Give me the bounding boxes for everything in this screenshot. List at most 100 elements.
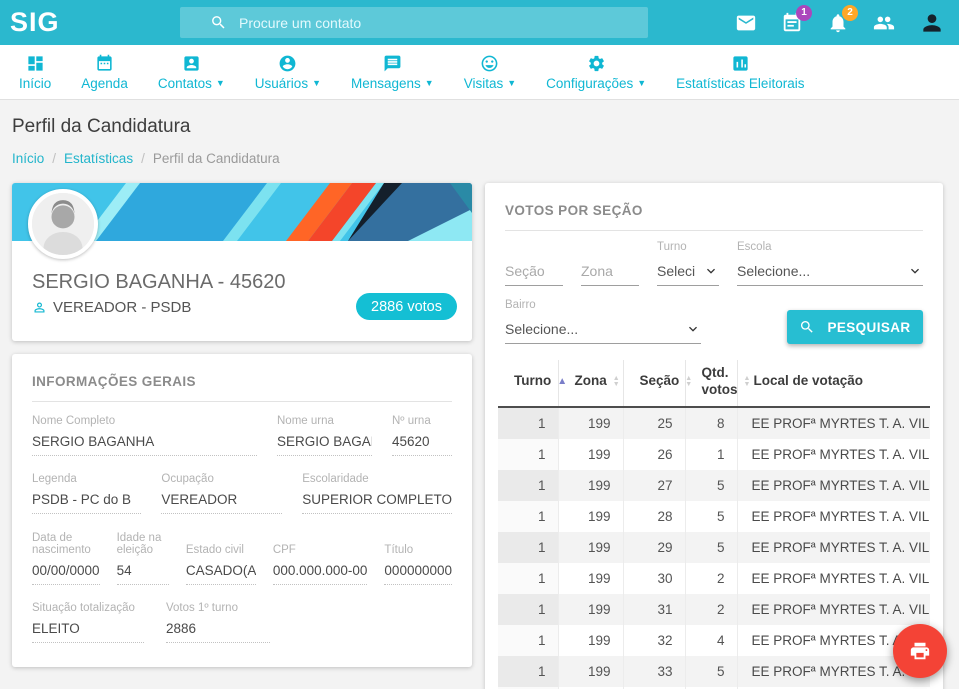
- table-row: 1199275EE PROFª MYRTES T. A. VILLELA: [498, 470, 930, 501]
- table-cell: 1: [498, 594, 558, 625]
- table-cell: 8: [685, 407, 737, 439]
- calendar-badge: 1: [796, 5, 812, 21]
- votes-badge[interactable]: 2886 votos: [356, 293, 457, 320]
- nav-item-estatisticas[interactable]: Estatísticas Eleitorais: [661, 54, 819, 91]
- print-fab-button[interactable]: [893, 624, 947, 678]
- smiley-icon: [480, 54, 499, 73]
- table-cell: EE PROFª MYRTES T. A. VILLELA: [737, 439, 930, 470]
- chevron-down-icon: [703, 263, 719, 279]
- sort-icon: ▲▼: [744, 376, 751, 388]
- table-cell: 30: [623, 563, 685, 594]
- bairro-select[interactable]: Selecione...: [505, 314, 701, 344]
- table-cell: 199: [558, 594, 623, 625]
- agenda-icon[interactable]: 1: [781, 12, 803, 34]
- search-input[interactable]: [239, 15, 638, 31]
- chevron-down-icon: ▼: [312, 79, 321, 88]
- field-escolaridade: EscolaridadeSUPERIOR COMPLETO: [302, 470, 452, 514]
- table-cell: 33: [623, 656, 685, 687]
- table-cell: 199: [558, 625, 623, 656]
- page: { "header": { "logo": "SIG", "search_pla…: [0, 0, 959, 689]
- table-cell: 1: [498, 656, 558, 687]
- table-cell: 28: [623, 501, 685, 532]
- sort-asc-icon: ▲: [557, 376, 567, 389]
- nav-item-usuarios[interactable]: Usuários▼: [240, 54, 336, 91]
- breadcrumb-current: Perfil da Candidatura: [153, 151, 280, 166]
- table-row: 1199285EE PROFª MYRTES T. A. VILLELA: [498, 501, 930, 532]
- avatar[interactable]: [919, 10, 945, 36]
- general-info-card: INFORMAÇÕES GERAIS Nome CompletoSERGIO B…: [12, 354, 472, 667]
- table-row: 1199295EE PROFª MYRTES T. A. VILLELA: [498, 532, 930, 563]
- table-cell: 199: [558, 563, 623, 594]
- person-icon: [32, 300, 47, 315]
- table-cell: 199: [558, 439, 623, 470]
- table-cell: 199: [558, 656, 623, 687]
- table-cell: 26: [623, 439, 685, 470]
- breadcrumb-estatisticas[interactable]: Estatísticas: [64, 151, 133, 166]
- users-icon[interactable]: [873, 12, 895, 34]
- votes-card: VOTOS POR SEÇÃO Turno: [485, 183, 943, 689]
- table-cell: 31: [623, 594, 685, 625]
- filter-secao: [505, 241, 563, 286]
- field-cpf: CPF000.000.000-00: [273, 528, 368, 585]
- column-header-zona[interactable]: Zona▲▼: [558, 360, 623, 407]
- search-icon: [799, 319, 815, 335]
- table-cell: 1: [685, 439, 737, 470]
- notifications-bell-icon[interactable]: 2: [827, 12, 849, 34]
- field-legenda: LegendaPSDB - PC do B: [32, 470, 141, 514]
- nav-item-agenda[interactable]: Agenda: [66, 54, 143, 91]
- sort-icon: ▲▼: [613, 376, 620, 388]
- printer-icon: [909, 640, 931, 662]
- bar-chart-icon: [731, 54, 750, 73]
- votes-heading: VOTOS POR SEÇÃO: [505, 203, 923, 218]
- table-cell: 199: [558, 532, 623, 563]
- profile-card: SERGIO BAGANHA - 45620 VEREADOR - PSDB 2…: [12, 183, 472, 341]
- divider: [505, 230, 923, 231]
- field-data-nascimento: Data de nascimento00/00/0000: [32, 528, 100, 585]
- table-cell: 1: [498, 470, 558, 501]
- turno-select[interactable]: Seleci: [657, 256, 719, 286]
- votes-table: Turno▲ Zona▲▼ Seção▲▼ Qtd. votos▲▼: [498, 360, 930, 689]
- table-cell: 199: [558, 501, 623, 532]
- escola-select[interactable]: Selecione...: [737, 256, 923, 286]
- table-cell: 5: [685, 470, 737, 501]
- column-header-secao[interactable]: Seção▲▼: [623, 360, 685, 407]
- breadcrumb-inicio[interactable]: Início: [12, 151, 44, 166]
- gear-icon: [587, 54, 606, 73]
- candidate-role: VEREADOR - PSDB: [32, 299, 191, 316]
- field-nome-urna: Nome urnaSERGIO BAGANHA: [277, 412, 372, 456]
- table-cell: 1: [498, 625, 558, 656]
- field-titulo: Título000000000: [384, 528, 452, 585]
- nav-item-configuracoes[interactable]: Configurações▼: [531, 54, 661, 91]
- nav-item-mensagens[interactable]: Mensagens▼: [336, 54, 449, 91]
- global-search[interactable]: [180, 7, 648, 38]
- table-cell: 2: [685, 563, 737, 594]
- table-cell: 5: [685, 532, 737, 563]
- table-cell: 1: [498, 407, 558, 439]
- table-cell: 1: [498, 501, 558, 532]
- main-nav: Início Agenda Contatos▼ Usuários▼ Mensag…: [0, 45, 959, 100]
- nav-item-visitas[interactable]: Visitas▼: [449, 54, 531, 91]
- table-row: 1199335EE PROFª MYRTES T. A. VILLELA: [498, 656, 930, 687]
- table-cell: 199: [558, 407, 623, 439]
- table-cell: 199: [558, 470, 623, 501]
- column-header-local[interactable]: Local de votação: [737, 360, 930, 407]
- mail-icon[interactable]: [735, 12, 757, 34]
- table-row: 1199261EE PROFª MYRTES T. A. VILLELA: [498, 439, 930, 470]
- zona-input[interactable]: [581, 256, 639, 286]
- chevron-down-icon: ▼: [637, 79, 646, 88]
- filter-escola: Escola Selecione...: [737, 241, 923, 286]
- nav-item-inicio[interactable]: Início: [4, 54, 66, 91]
- table-cell: EE PROFª MYRTES T. A. VILLELA: [737, 594, 930, 625]
- nav-item-contatos[interactable]: Contatos▼: [143, 54, 240, 91]
- secao-input[interactable]: [505, 256, 563, 286]
- pesquisar-button[interactable]: PESQUISAR: [787, 310, 923, 344]
- field-ocupacao: OcupaçãoVEREADOR: [161, 470, 282, 514]
- app-logo[interactable]: SIG: [10, 7, 60, 38]
- table-cell: 5: [685, 656, 737, 687]
- field-votos-1turno: Votos 1º turno2886: [166, 599, 270, 643]
- breadcrumb: Início / Estatísticas / Perfil da Candid…: [12, 151, 947, 166]
- column-header-qtd-votos[interactable]: Qtd. votos▲▼: [685, 360, 737, 407]
- table-cell: EE PROFª MYRTES T. A. VILLELA: [737, 563, 930, 594]
- column-header-turno[interactable]: Turno▲: [498, 360, 558, 407]
- table-cell: 2: [685, 594, 737, 625]
